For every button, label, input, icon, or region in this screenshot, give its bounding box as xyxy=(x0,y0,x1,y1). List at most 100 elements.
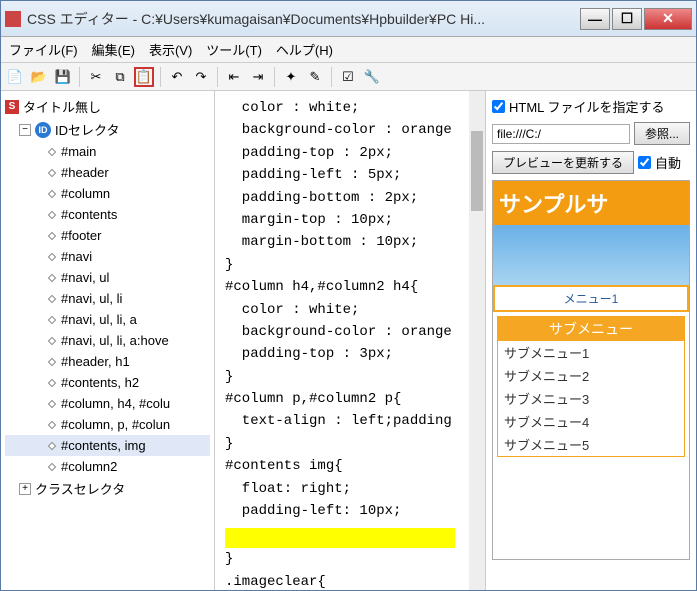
bullet-icon xyxy=(48,273,56,281)
browse-button[interactable]: 参照... xyxy=(634,122,690,145)
brush-icon[interactable]: ✎ xyxy=(305,67,325,87)
app-icon xyxy=(5,11,21,27)
refresh-preview-button[interactable]: プレビューを更新する xyxy=(492,151,634,174)
tree-item[interactable]: #navi, ul, li, a:hove xyxy=(5,330,210,351)
tree-item[interactable]: #column, p, #colun xyxy=(5,414,210,435)
auto-refresh-checkbox[interactable] xyxy=(638,156,651,169)
tree-class-selector[interactable]: + クラスセレクタ xyxy=(5,477,210,500)
tree-id-selector[interactable]: − ID IDセレクタ xyxy=(5,118,210,141)
preview-submenu-item[interactable]: サブメニュー3 xyxy=(498,387,684,410)
minimize-button[interactable]: — xyxy=(580,8,610,30)
tree-item[interactable]: #main xyxy=(5,141,210,162)
menu-view[interactable]: 表示(V) xyxy=(149,40,192,59)
tree-item[interactable]: #footer xyxy=(5,225,210,246)
menu-edit[interactable]: 編集(E) xyxy=(92,40,135,59)
redo-icon[interactable]: ↷ xyxy=(191,67,211,87)
tree-item[interactable]: #column, h4, #colu xyxy=(5,393,210,414)
new-icon[interactable]: 📄 xyxy=(5,67,25,87)
code-editor[interactable]: color : white; background-color : orange… xyxy=(215,91,486,590)
bullet-icon xyxy=(48,336,56,344)
cut-icon[interactable]: ✂ xyxy=(86,67,106,87)
tree-item-label: #column xyxy=(61,186,110,201)
bullet-icon xyxy=(48,294,56,302)
tree-item-label: #column2 xyxy=(61,459,117,474)
tree-item-label: #navi, ul xyxy=(61,270,109,285)
tree-item-label: #navi, ul, li, a xyxy=(61,312,137,327)
close-button[interactable]: ✕ xyxy=(644,8,692,30)
menu-file[interactable]: ファイル(F) xyxy=(9,40,78,59)
bullet-icon xyxy=(48,147,56,155)
tree-item[interactable]: #column xyxy=(5,183,210,204)
style-icon: S xyxy=(5,100,19,114)
specify-html-label: HTML ファイルを指定する xyxy=(509,97,665,116)
tree-item[interactable]: #contents, img xyxy=(5,435,210,456)
preview-frame: サンプルサ メニュー1 サブメニュー サブメニュー1サブメニュー2サブメニュー3… xyxy=(492,180,690,560)
selector-tree[interactable]: S タイトル無し − ID IDセレクタ #main#header #column… xyxy=(1,91,215,590)
open-icon[interactable]: 📂 xyxy=(29,67,49,87)
indent-icon[interactable]: ⇥ xyxy=(248,67,268,87)
preview-title: サンプルサ xyxy=(493,181,689,225)
menubar: ファイル(F) 編集(E) 表示(V) ツール(T) ヘルプ(H) xyxy=(1,37,696,63)
bullet-icon xyxy=(48,462,56,470)
bullet-icon xyxy=(48,315,56,323)
tree-item-label: #contents, img xyxy=(61,438,146,453)
wrench-icon[interactable]: 🔧 xyxy=(362,67,382,87)
outdent-icon[interactable]: ⇤ xyxy=(224,67,244,87)
tree-item[interactable]: #contents xyxy=(5,204,210,225)
preview-menu: メニュー1 xyxy=(493,285,689,312)
auto-refresh-label: 自動 xyxy=(655,153,681,172)
bullet-icon xyxy=(48,441,56,449)
tree-item-label: #navi, ul, li xyxy=(61,291,122,306)
preview-submenu-item[interactable]: サブメニュー1 xyxy=(498,341,684,364)
preview-panel: HTML ファイルを指定する 参照... プレビューを更新する 自動 サンプルサ… xyxy=(486,91,696,590)
menu-tool[interactable]: ツール(T) xyxy=(206,40,262,59)
vertical-scrollbar[interactable] xyxy=(469,91,485,590)
preview-submenu-header: サブメニュー xyxy=(498,317,684,341)
bullet-icon xyxy=(48,378,56,386)
undo-icon[interactable]: ↶ xyxy=(167,67,187,87)
tree-id-label: IDセレクタ xyxy=(55,120,119,139)
tree-item-label: #header, h1 xyxy=(61,354,130,369)
scrollbar-thumb[interactable] xyxy=(471,131,483,211)
code-text[interactable]: color : white; background-color : orange… xyxy=(215,91,485,528)
bullet-icon xyxy=(48,399,56,407)
expand-icon[interactable]: + xyxy=(19,483,31,495)
bullet-icon xyxy=(48,231,56,239)
check-icon[interactable]: ☑ xyxy=(338,67,358,87)
bullet-icon xyxy=(48,420,56,428)
code-tail[interactable]: } .imageclear{ xyxy=(215,548,485,590)
tree-item-label: #navi xyxy=(61,249,92,264)
preview-submenu-item[interactable]: サブメニュー2 xyxy=(498,364,684,387)
tree-class-label: クラスセレクタ xyxy=(35,479,125,498)
tree-item[interactable]: #navi, ul, li xyxy=(5,288,210,309)
bullet-icon xyxy=(48,189,56,197)
tree-root[interactable]: S タイトル無し xyxy=(5,95,210,118)
preview-hero-image xyxy=(493,225,689,285)
preview-menu-tab[interactable]: メニュー1 xyxy=(495,287,687,310)
specify-html-checkbox[interactable] xyxy=(492,100,505,113)
preview-submenu-item[interactable]: サブメニュー4 xyxy=(498,410,684,433)
tree-item-label: #navi, ul, li, a:hove xyxy=(61,333,169,348)
save-icon[interactable]: 💾 xyxy=(53,67,73,87)
tree-item[interactable]: #column2 xyxy=(5,456,210,477)
preview-submenu-item[interactable]: サブメニュー5 xyxy=(498,433,684,456)
tree-item[interactable]: #navi, ul xyxy=(5,267,210,288)
collapse-icon[interactable]: − xyxy=(19,124,31,136)
tree-item[interactable]: #header xyxy=(5,162,210,183)
tree-item[interactable]: #navi, ul, li, a xyxy=(5,309,210,330)
html-url-input[interactable] xyxy=(492,124,630,144)
id-badge-icon: ID xyxy=(35,122,51,138)
tree-item-label: #column, h4, #colu xyxy=(61,396,170,411)
menu-help[interactable]: ヘルプ(H) xyxy=(276,40,333,59)
window-title: CSS エディター - C:¥Users¥kumagaisan¥Document… xyxy=(27,9,578,29)
bullet-icon xyxy=(48,168,56,176)
maximize-button[interactable]: ☐ xyxy=(612,8,642,30)
titlebar: CSS エディター - C:¥Users¥kumagaisan¥Document… xyxy=(1,1,696,37)
copy-icon[interactable]: ⧉ xyxy=(110,67,130,87)
tree-item[interactable]: #contents, h2 xyxy=(5,372,210,393)
tree-item[interactable]: #header, h1 xyxy=(5,351,210,372)
color-icon[interactable]: ✦ xyxy=(281,67,301,87)
toolbar: 📄 📂 💾 ✂ ⧉ 📋 ↶ ↷ ⇤ ⇥ ✦ ✎ ☑ 🔧 xyxy=(1,63,696,91)
paste-icon[interactable]: 📋 xyxy=(134,67,154,87)
tree-item[interactable]: #navi xyxy=(5,246,210,267)
